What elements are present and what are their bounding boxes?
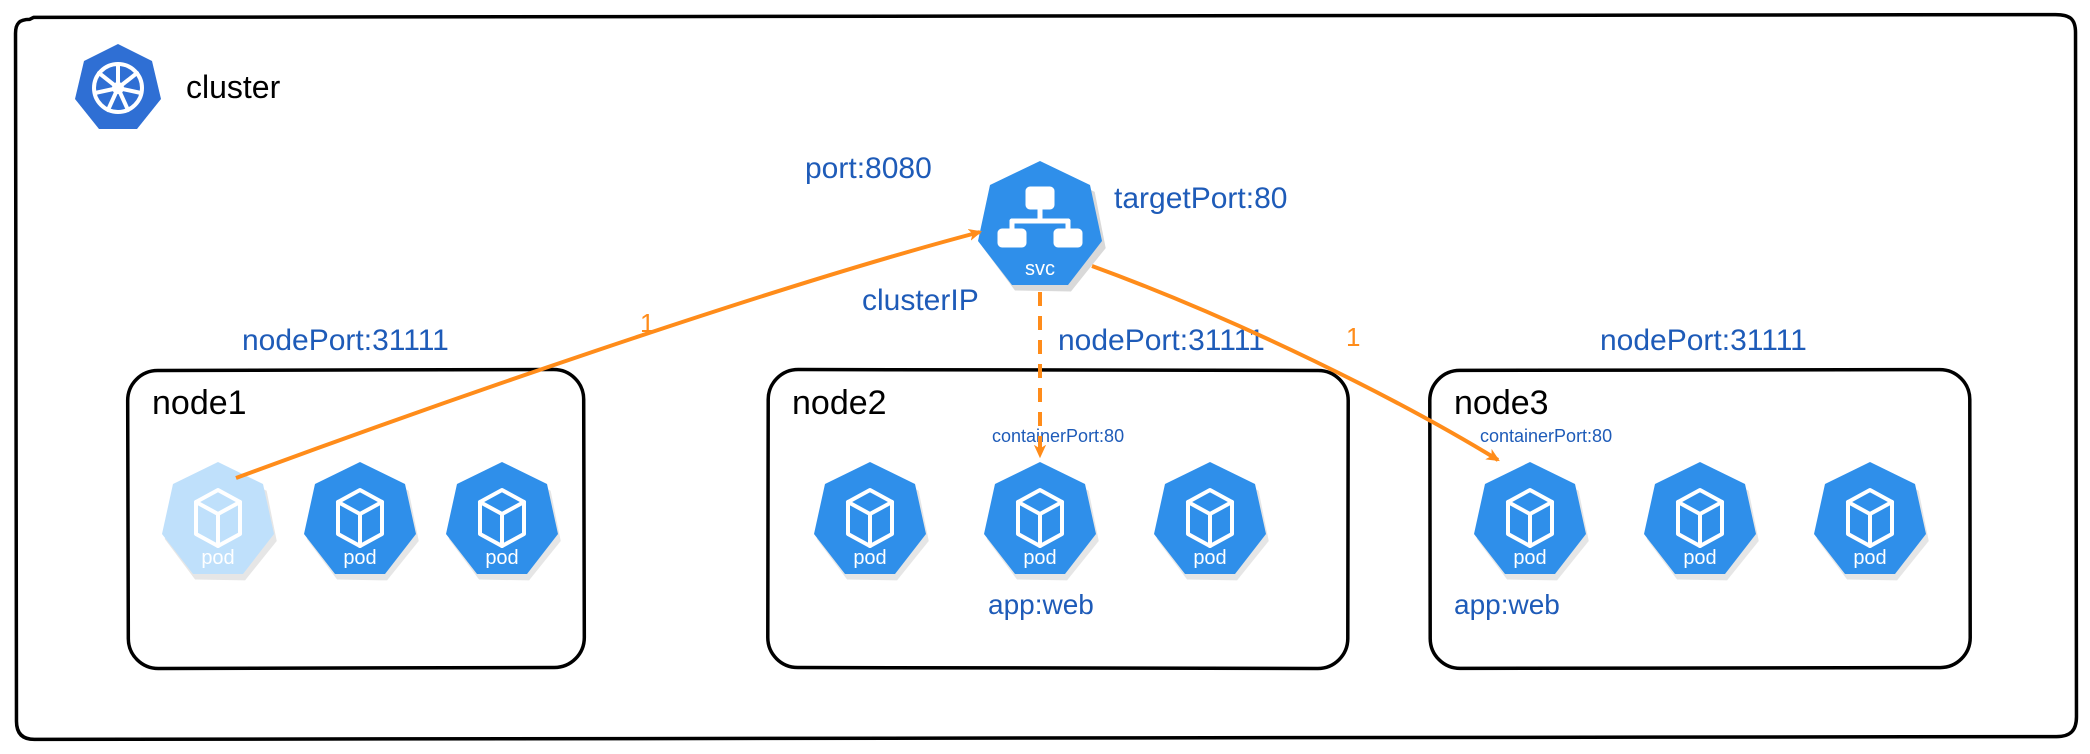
- node2-name: node2: [792, 384, 887, 422]
- node2-pod2: pod: [984, 462, 1100, 581]
- node3-pod2: pod: [1644, 462, 1760, 581]
- target-port-label: targetPort:80: [1114, 182, 1287, 215]
- node1-nodeport: nodePort:31111: [242, 324, 449, 357]
- node3-name: node3: [1454, 384, 1549, 422]
- k8s-logo-icon: [75, 44, 161, 129]
- pod-label: pod: [1023, 547, 1056, 569]
- pod-label: pod: [485, 547, 518, 569]
- node3-nodeport: nodePort:31111: [1600, 324, 1807, 357]
- node2-nodeport: nodePort:31111: [1058, 324, 1265, 357]
- cluster-label: cluster: [186, 69, 281, 105]
- node3-pod3: pod: [1814, 462, 1930, 581]
- cluster-box: [15, 15, 2076, 740]
- pod-label: pod: [853, 547, 886, 569]
- node2-pod3: pod: [1154, 462, 1270, 581]
- service-badge: svc: [1025, 258, 1055, 280]
- port-label: port:8080: [805, 152, 932, 185]
- node3-pod1: pod: [1474, 462, 1590, 581]
- node3-app-label: app:web: [1454, 589, 1560, 620]
- node1-group: nodePort:31111 node1 pod pod pod: [128, 324, 585, 669]
- edge-weight-2: 1: [1346, 322, 1360, 352]
- node2-app-label: app:web: [988, 589, 1094, 620]
- node3-group: nodePort:31111 node3 containerPort:80 po…: [1430, 324, 1971, 668]
- pod-label: pod: [1513, 547, 1546, 569]
- node1-pod1: pod: [162, 462, 278, 581]
- node1-pod2: pod: [304, 462, 420, 581]
- service-icon: svc: [978, 161, 1107, 292]
- pod-label: pod: [1193, 547, 1226, 569]
- node2-pod1: pod: [814, 462, 930, 581]
- cluster-ip-label: clusterIP: [862, 284, 979, 317]
- pod-label: pod: [201, 547, 234, 569]
- pod-label: pod: [1683, 547, 1716, 569]
- node2-container-port: containerPort:80: [992, 426, 1124, 446]
- pod-label: pod: [1853, 547, 1886, 569]
- node1-name: node1: [152, 384, 247, 422]
- node1-pod3: pod: [446, 462, 562, 581]
- node2-group: nodePort:31111 node2 containerPort:80 po…: [768, 324, 1349, 669]
- arrow-svc-to-node3pod: [1092, 266, 1498, 460]
- pod-label: pod: [343, 547, 376, 569]
- edge-weight-1: 1: [640, 308, 654, 338]
- node3-container-port: containerPort:80: [1480, 426, 1612, 446]
